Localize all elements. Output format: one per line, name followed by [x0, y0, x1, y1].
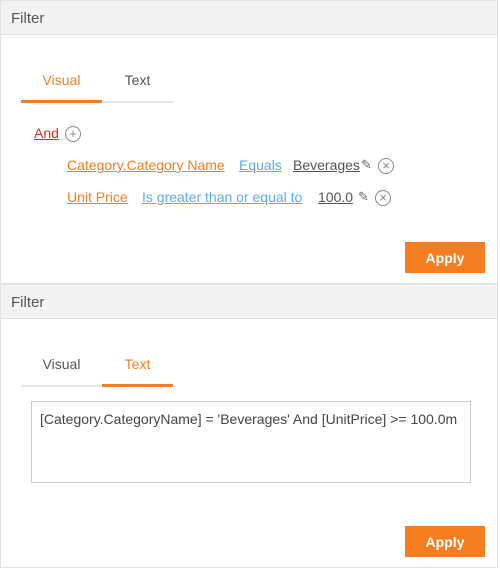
- tab-text[interactable]: Text: [102, 347, 173, 387]
- condition-field-link[interactable]: Unit Price: [67, 189, 128, 205]
- tab-text[interactable]: Text: [102, 63, 173, 101]
- edit-icon[interactable]: ✎: [361, 157, 372, 173]
- filter-expression-textarea[interactable]: [Category.CategoryName] = 'Beverages' An…: [31, 401, 471, 483]
- condition-field-link[interactable]: Category.Category Name: [67, 157, 225, 173]
- condition-operator-link[interactable]: Is greater than or equal to: [142, 189, 302, 205]
- condition-value-link[interactable]: Beverages: [293, 157, 360, 173]
- panel-title: Filter: [1, 285, 497, 319]
- condition-value-link[interactable]: 100.0: [318, 189, 353, 205]
- filter-panel-text: Filter Visual Text [Category.CategoryNam…: [0, 284, 498, 568]
- remove-condition-icon[interactable]: ×: [378, 158, 394, 174]
- tab-bar: Visual Text: [21, 347, 173, 387]
- tab-bar: Visual Text: [21, 63, 173, 103]
- condition-operator-link[interactable]: Equals: [239, 157, 282, 173]
- panel-title: Filter: [1, 1, 497, 35]
- edit-icon[interactable]: ✎: [358, 189, 369, 205]
- tab-visual[interactable]: Visual: [21, 347, 102, 385]
- apply-button[interactable]: Apply: [405, 242, 485, 273]
- apply-button[interactable]: Apply: [405, 526, 485, 557]
- tab-visual[interactable]: Visual: [21, 63, 102, 103]
- remove-condition-icon[interactable]: ×: [375, 190, 391, 206]
- filter-panel-visual: Filter Visual Text And + Category.Catego…: [0, 0, 498, 284]
- add-condition-icon[interactable]: +: [65, 126, 81, 142]
- group-operator-link[interactable]: And: [34, 125, 59, 141]
